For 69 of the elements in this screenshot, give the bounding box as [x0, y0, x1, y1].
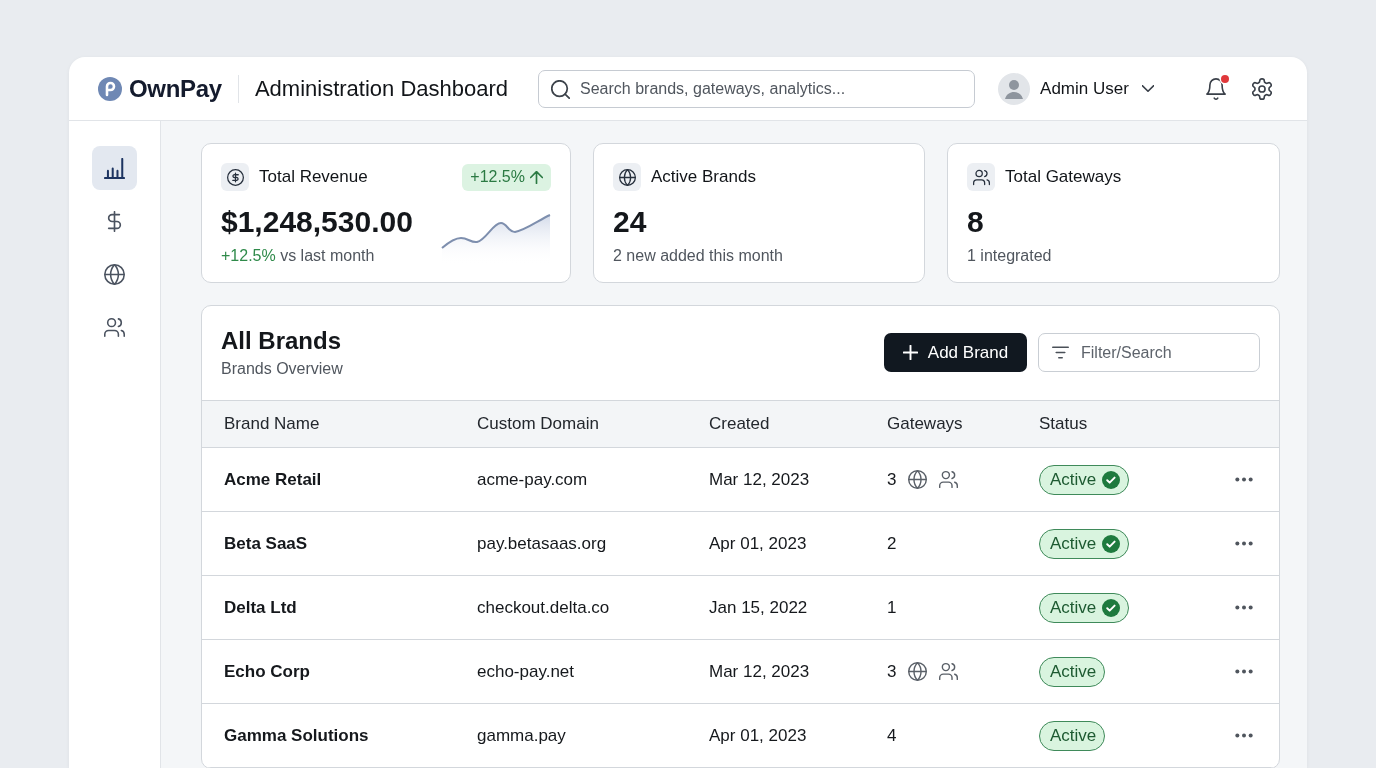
trend-value: +12.5%	[470, 168, 525, 186]
chevron-down-icon[interactable]	[1141, 85, 1154, 92]
dollar-coin-icon	[221, 163, 249, 191]
table-cell: 4	[887, 725, 897, 746]
stat-label: Total Gateways	[1005, 167, 1122, 187]
table-cell: 1	[887, 597, 897, 618]
column-header: Custom Domain	[477, 414, 600, 434]
table-cell: 2	[887, 533, 897, 554]
table-cell-text: checkout.delta.co	[477, 597, 611, 618]
user-name[interactable]: Admin User	[1040, 78, 1129, 99]
panel-title: All Brands	[221, 327, 343, 355]
more-icon	[1234, 541, 1254, 546]
more-icon	[1234, 605, 1254, 610]
stat-note: +12.5% vs last month	[221, 247, 376, 265]
search-icon	[551, 79, 571, 99]
table-cell-text: Mar 12, 2023	[709, 469, 811, 490]
status-label: Active	[1050, 533, 1097, 554]
stat-note: 1 integrated	[967, 247, 1052, 265]
avatar-icon[interactable]	[998, 72, 1031, 105]
table-cell-text: Apr 01, 2023	[709, 725, 808, 746]
column-header: Status	[1039, 414, 1089, 434]
users-icon	[104, 316, 125, 338]
column-header: Created	[709, 414, 771, 434]
table-cell-text: Acme Retail	[224, 469, 323, 490]
table-cell-text: acme-pay.com	[477, 469, 589, 490]
table-cell-text: Echo Corp	[224, 661, 311, 682]
logo-icon	[98, 76, 122, 101]
users-icon	[967, 163, 995, 191]
arrow-up-icon	[530, 170, 543, 184]
table-cell-text: Gamma Solutions	[224, 725, 370, 746]
status-label: Active	[1050, 597, 1097, 618]
bar-chart-icon	[104, 157, 125, 179]
table-cell-text: Mar 12, 2023	[709, 661, 811, 682]
more-icon	[1234, 669, 1254, 674]
stat-label: Total Revenue	[259, 167, 368, 187]
table-cell-text: Beta SaaS	[224, 533, 309, 554]
status-label: Active	[1050, 661, 1097, 682]
sidebar-item[interactable]	[92, 146, 137, 190]
settings-icon[interactable]	[1252, 77, 1272, 100]
filter-field[interactable]: Filter/Search	[1038, 333, 1260, 372]
panel-subtitle: Brands Overview	[221, 359, 344, 379]
stat-label: Active Brands	[651, 167, 756, 187]
more-icon	[1234, 477, 1254, 482]
table-cell-text: Jan 15, 2022	[709, 597, 809, 618]
search-field[interactable]: Search brands, gateways, analytics...	[538, 69, 976, 108]
bell-icon[interactable]	[1206, 77, 1226, 100]
table-cell: 3	[887, 469, 897, 490]
table-cell-text: pay.betasaas.org	[477, 533, 608, 554]
stat-note: 2 new added this month	[613, 247, 783, 265]
status-label: Active	[1050, 469, 1097, 490]
status-label: Active	[1050, 725, 1097, 746]
add-brand-button[interactable]: Add Brand	[884, 333, 1027, 372]
column-header: Brand Name	[224, 414, 321, 434]
table-cell: 3	[887, 661, 897, 682]
app-name: OwnPay	[129, 74, 222, 103]
more-icon	[1234, 733, 1254, 738]
column-header: Gateways	[887, 414, 964, 434]
stat-value: 24	[613, 205, 648, 239]
filter-icon	[1052, 344, 1069, 361]
page-title: Administration Dashboard	[254, 75, 509, 102]
globe-icon	[613, 163, 641, 191]
table-cell-text: Apr 01, 2023	[709, 533, 808, 554]
stat-value: $1,248,530.00	[221, 205, 413, 239]
plus-icon	[902, 345, 918, 360]
stat-value: 8	[967, 205, 985, 239]
table-cell-text: gamma.pay	[477, 725, 567, 746]
globe-icon	[104, 263, 125, 285]
table-cell-text: echo-pay.net	[477, 661, 576, 682]
table-cell-text: Delta Ltd	[224, 597, 298, 618]
